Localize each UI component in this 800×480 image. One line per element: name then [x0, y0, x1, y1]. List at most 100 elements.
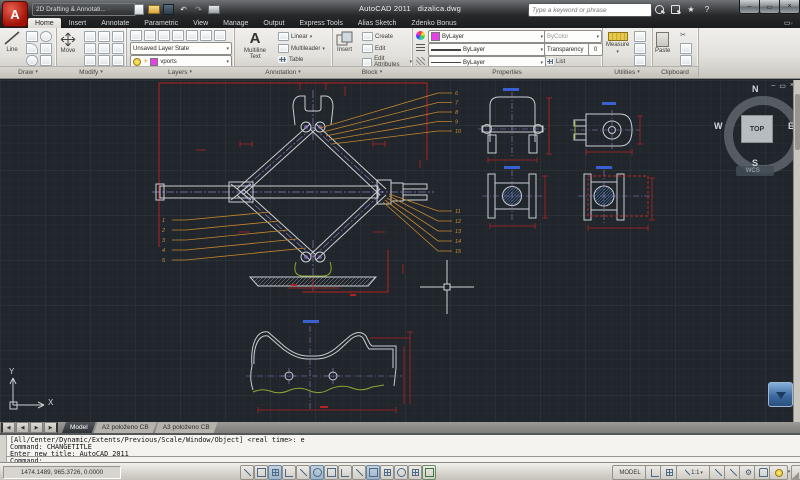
command-line-window[interactable]: [All/Center/Dynamic/Extents/Previous/Sca… — [0, 433, 800, 465]
paste-special-button[interactable] — [680, 55, 692, 66]
polyline-tool-button[interactable] — [26, 31, 38, 42]
panel-label-modify[interactable]: Modify ▾ — [56, 66, 126, 77]
panel-label-utilities[interactable]: Utilities ▾ — [602, 66, 652, 77]
arc-tool-button[interactable] — [26, 43, 38, 54]
model-space-button[interactable]: MODEL — [612, 465, 648, 480]
layer-match-button[interactable] — [200, 30, 212, 41]
wcs-menu[interactable]: WCS ▾ — [736, 166, 774, 176]
object-color-dropdown[interactable]: ByLayer ▾ — [428, 30, 546, 43]
layer-state-dropdown[interactable]: Unsaved Layer State ▾ — [130, 42, 232, 55]
infer-constraints-toggle[interactable] — [240, 465, 254, 480]
grid-display-toggle[interactable] — [268, 465, 282, 480]
rotate-tool-button[interactable] — [84, 31, 96, 42]
polar-tracking-toggle[interactable] — [296, 465, 310, 480]
viewcube[interactable]: N S W E TOP — [714, 84, 800, 174]
layer-prev-button[interactable] — [214, 30, 226, 41]
object-snap-toggle[interactable] — [310, 465, 324, 480]
dynamic-ucs-toggle[interactable] — [352, 465, 366, 480]
tab-insert[interactable]: Insert — [62, 18, 94, 28]
copy-clip-button[interactable] — [680, 43, 692, 54]
plot-style-dropdown[interactable]: ByColor ▾ — [544, 30, 602, 43]
edit-block-button[interactable]: Edit — [362, 44, 385, 53]
multiline-text-button[interactable]: A Multiline Text — [238, 30, 272, 60]
ribbon-minimize-button[interactable]: ▭▾ — [777, 17, 800, 28]
paste-button[interactable]: Paste — [655, 32, 670, 54]
copy-tool-button[interactable] — [112, 31, 124, 42]
close-button[interactable]: × — [779, 0, 800, 14]
plot-button[interactable] — [207, 4, 220, 15]
tab-output[interactable]: Output — [256, 18, 291, 28]
search-button[interactable] — [652, 4, 666, 15]
search-input[interactable] — [529, 6, 651, 14]
undo-button[interactable]: ↶ — [177, 4, 190, 15]
mirror-tool-button[interactable] — [84, 43, 96, 54]
viewcube-west[interactable]: W — [714, 121, 723, 131]
rectangle-tool-button[interactable] — [40, 43, 52, 54]
quick-properties-toggle[interactable] — [408, 465, 422, 480]
tab-alias-sketch[interactable]: Alias Sketch — [351, 18, 404, 28]
line-tool-button[interactable]: Line — [3, 30, 21, 53]
selection-cycling-toggle[interactable] — [422, 465, 436, 480]
prev-layout-button[interactable]: ◀ — [16, 422, 29, 433]
tab-manage[interactable]: Manage — [216, 18, 255, 28]
tab-zdenko-bonus[interactable]: Zdenko Bonus — [404, 18, 463, 28]
tab-express-tools[interactable]: Express Tools — [292, 18, 349, 28]
measure-button[interactable]: Measure ▾ — [606, 32, 629, 55]
subscription-button[interactable] — [668, 4, 682, 15]
layer-lock-button[interactable] — [186, 30, 198, 41]
panel-label-draw[interactable]: Draw ▾ — [0, 66, 56, 77]
new-file-button[interactable] — [132, 4, 145, 15]
linear-dimension-button[interactable]: Linear ▾ — [278, 32, 312, 41]
layer-freeze-button[interactable] — [172, 30, 184, 41]
trim-tool-button[interactable] — [98, 31, 110, 42]
panel-label-clipboard[interactable]: Clipboard — [652, 66, 698, 77]
help-button[interactable]: ? — [700, 4, 714, 15]
lineweight-display-toggle[interactable] — [380, 465, 394, 480]
array-tool-button[interactable] — [112, 55, 124, 66]
transparency-value[interactable]: 0 — [588, 43, 603, 56]
tab-home[interactable]: Home — [28, 18, 61, 28]
drawing-canvas[interactable]: 6 7 8 9 10 11 12 13 14 15 1 2 3 4 5 N S … — [0, 80, 800, 422]
fillet-tool-button[interactable] — [98, 43, 110, 54]
tab-layout-a2[interactable]: A2 položeno CB — [94, 422, 157, 433]
ortho-mode-toggle[interactable] — [282, 465, 296, 480]
show-motion-button[interactable] — [768, 382, 793, 407]
next-layout-button[interactable]: ▶ — [30, 422, 43, 433]
snap-mode-toggle[interactable] — [254, 465, 268, 480]
coordinates-readout[interactable]: 1474.1489, 965.3726, 0.0000 — [3, 466, 121, 479]
doc-minimize-button[interactable]: – — [771, 82, 775, 90]
favorites-button[interactable]: ★ — [684, 4, 698, 15]
layer-isolate-button[interactable] — [158, 30, 170, 41]
viewcube-top-face[interactable]: TOP — [741, 115, 773, 143]
doc-restore-button[interactable]: ▭ — [779, 82, 786, 90]
lineweight-dropdown[interactable]: ByLayer ▾ — [428, 43, 546, 56]
viewcube-north[interactable]: N — [752, 84, 759, 94]
tab-annotate[interactable]: Annotate — [94, 18, 136, 28]
list-button[interactable]: List — [546, 58, 565, 65]
application-menu-button[interactable]: A — [2, 1, 28, 27]
cut-icon[interactable]: ✂ — [680, 31, 686, 39]
vertical-scrollbar[interactable] — [793, 80, 800, 422]
create-block-button[interactable]: Create — [362, 32, 393, 41]
quick-select-button[interactable] — [634, 31, 646, 42]
table-button[interactable]: Table — [278, 56, 303, 63]
move-tool-button[interactable]: Move — [60, 32, 76, 54]
scrollbar-thumb[interactable] — [795, 94, 800, 150]
annotation-scale-button[interactable]: 1:1 ▾ — [676, 465, 712, 480]
ellipse-tool-button[interactable] — [26, 55, 38, 66]
multileader-button[interactable]: Multileader ▾ — [278, 44, 325, 53]
panel-label-annotation[interactable]: Annotation ▾ — [234, 66, 332, 77]
transparency-field[interactable]: Transparency — [544, 43, 592, 56]
hatch-tool-button[interactable] — [40, 55, 52, 66]
circle-tool-button[interactable] — [40, 31, 52, 42]
last-layout-button[interactable]: ▶ — [44, 422, 58, 433]
tab-view[interactable]: View — [186, 18, 215, 28]
erase-tool-button[interactable] — [84, 55, 96, 66]
object-snap-tracking-toggle[interactable] — [338, 465, 352, 480]
transparency-display-toggle[interactable] — [394, 465, 408, 480]
tab-layout-a3[interactable]: A3 položeno CB — [155, 422, 218, 433]
dynamic-input-toggle[interactable] — [366, 465, 380, 480]
minimize-button[interactable]: – — [739, 0, 760, 14]
3d-object-snap-toggle[interactable] — [324, 465, 338, 480]
id-point-button[interactable] — [634, 55, 646, 66]
